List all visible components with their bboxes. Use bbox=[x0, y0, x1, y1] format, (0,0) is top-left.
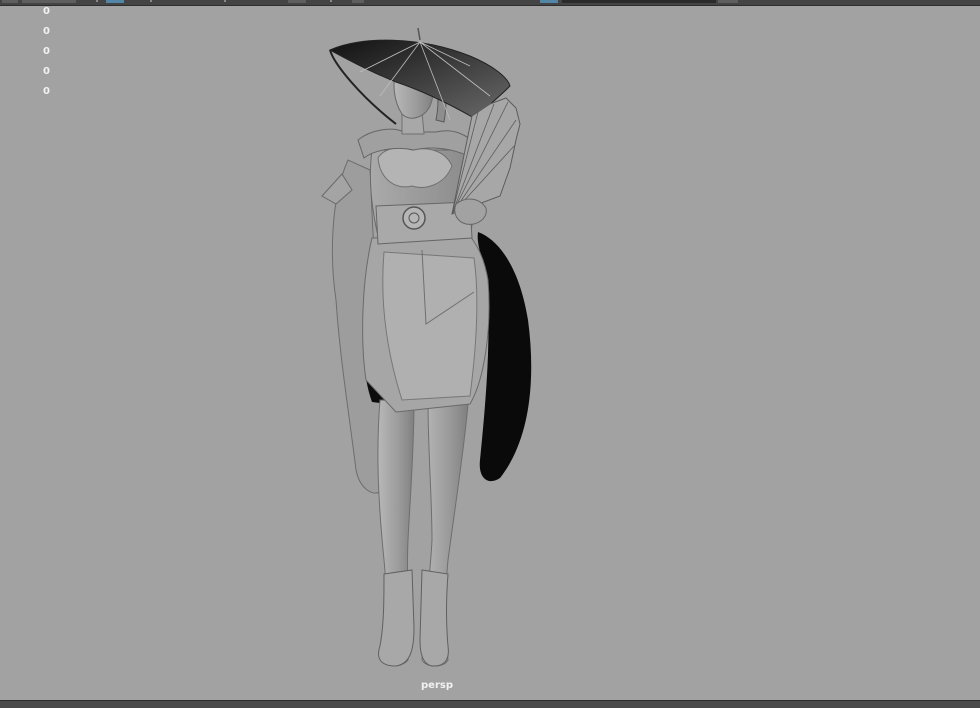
toolbar-icon[interactable] bbox=[96, 0, 98, 2]
belt-medallion bbox=[402, 206, 426, 230]
camera-label: persp bbox=[421, 680, 453, 691]
toolbar-button[interactable] bbox=[22, 0, 76, 3]
skirt-panel bbox=[382, 251, 478, 401]
toolbar-icon[interactable] bbox=[150, 0, 152, 2]
character-model[interactable] bbox=[0, 6, 980, 700]
toolbar-button[interactable] bbox=[352, 0, 364, 3]
chest bbox=[377, 147, 453, 188]
toolbar-icon[interactable] bbox=[330, 0, 332, 2]
active-toolbar-button[interactable] bbox=[106, 0, 124, 3]
toolbar-icon[interactable] bbox=[224, 0, 226, 2]
active-toolbar-button[interactable] bbox=[540, 0, 558, 3]
right-boot bbox=[419, 569, 449, 667]
toolbar-button[interactable] bbox=[2, 0, 18, 3]
toolbar-button[interactable] bbox=[288, 0, 306, 3]
3d-viewport[interactable] bbox=[0, 6, 980, 700]
toolbar-button[interactable] bbox=[718, 0, 738, 3]
left-boot bbox=[378, 569, 415, 667]
hand bbox=[454, 198, 487, 225]
toolbar-field[interactable] bbox=[562, 0, 716, 3]
